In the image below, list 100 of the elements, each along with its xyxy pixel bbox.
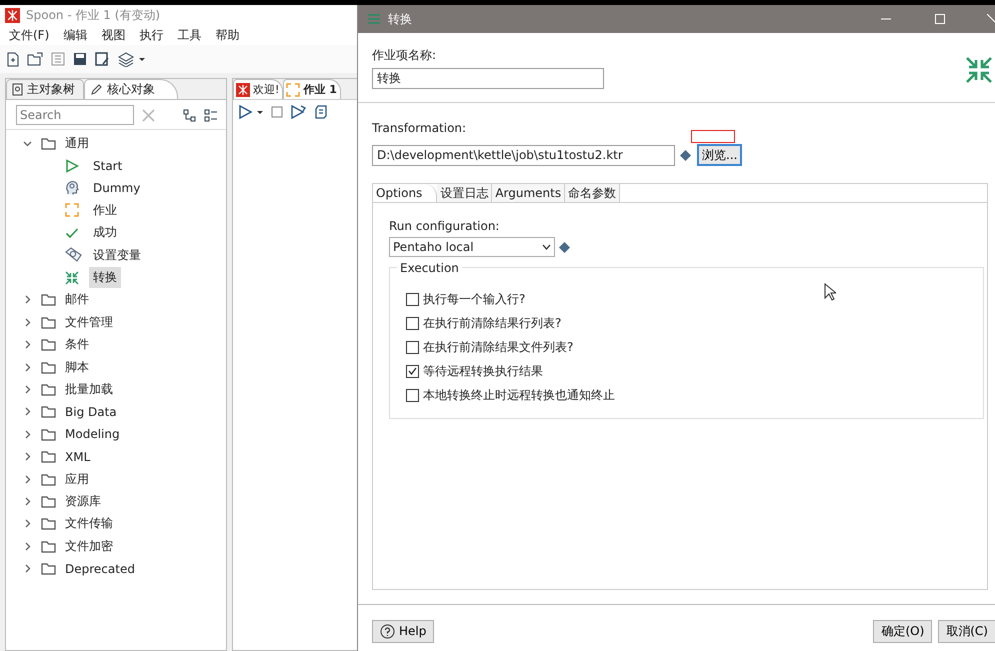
chevron-right-icon[interactable] xyxy=(23,564,32,574)
run-icon[interactable] xyxy=(239,105,263,119)
tree-folder[interactable]: 脚本 xyxy=(6,356,89,378)
tree-folder[interactable]: 通用 xyxy=(6,132,89,154)
variable-icon[interactable] xyxy=(559,242,570,252)
folder-icon xyxy=(41,517,56,530)
folder-icon xyxy=(41,472,56,486)
folder-icon xyxy=(41,136,56,150)
checkbox[interactable] xyxy=(406,292,419,306)
chevron-down-icon[interactable] xyxy=(23,138,32,148)
folder-icon xyxy=(41,494,56,508)
tab[interactable]: 设置日志 xyxy=(437,184,492,202)
checkbox[interactable] xyxy=(406,316,419,330)
search-document-icon xyxy=(12,83,23,96)
save-icon[interactable] xyxy=(73,52,87,66)
tree-item[interactable]: Dummy xyxy=(89,178,144,197)
tab[interactable]: Arguments xyxy=(492,184,566,202)
tree-item[interactable]: Start xyxy=(89,156,126,175)
checkbox-label: 本地转换终止时远程转换也通知终止 xyxy=(423,386,615,404)
tree-folder[interactable]: 邮件 xyxy=(6,288,89,312)
menu-item[interactable]: 视图 xyxy=(101,26,126,44)
tree-item[interactable]: 作业 xyxy=(89,200,121,221)
compress-arrows-icon xyxy=(65,270,79,285)
field-label: 作业项名称: xyxy=(372,47,438,64)
tree-folder[interactable]: Deprecated xyxy=(6,557,135,580)
script-icon[interactable] xyxy=(315,105,327,119)
chevron-right-icon[interactable] xyxy=(23,362,32,372)
chevron-right-icon[interactable] xyxy=(23,318,32,327)
tree-folder[interactable]: 文件传输 xyxy=(6,512,113,536)
arrows-icon xyxy=(65,203,79,218)
chevron-right-icon[interactable] xyxy=(23,295,32,304)
tree-item[interactable]: 转换 xyxy=(89,267,121,288)
variable-icon[interactable] xyxy=(680,150,691,160)
chevron-right-icon[interactable] xyxy=(23,452,32,462)
editor-tab[interactable]: 欢迎! xyxy=(233,79,284,99)
editor-tab[interactable]: 作业 1 xyxy=(283,79,341,99)
input-field[interactable]: D:\development\kettle\job\stu1tostu2.ktr xyxy=(372,144,675,166)
tree-folder[interactable]: Modeling xyxy=(6,423,120,446)
menu-item[interactable]: 文件(F) xyxy=(9,26,50,44)
folder-icon xyxy=(41,382,56,396)
tree-folder[interactable]: 文件管理 xyxy=(6,311,113,334)
search-field[interactable]: Search xyxy=(16,105,134,125)
spoon-logo-icon xyxy=(236,82,250,96)
chevron-right-icon[interactable] xyxy=(23,407,32,416)
maximize-icon[interactable] xyxy=(935,14,945,24)
checkmark-icon xyxy=(65,226,79,239)
checkbox[interactable] xyxy=(406,364,419,378)
tree-item[interactable]: 设置变量 xyxy=(89,244,145,266)
tree-folder[interactable]: 文件加密 xyxy=(6,535,113,558)
replay-icon[interactable] xyxy=(291,105,307,119)
tree-folder[interactable]: XML xyxy=(6,445,90,468)
window-title: Spoon - 作业 1 (有变动) xyxy=(26,6,160,24)
chevron-right-icon[interactable] xyxy=(23,496,32,506)
chevron-right-icon[interactable] xyxy=(23,542,32,551)
chevron-right-icon[interactable] xyxy=(23,519,32,528)
folder-icon xyxy=(41,562,56,576)
dropdown[interactable]: Pentaho local xyxy=(389,237,555,257)
tree-folder[interactable]: 应用 xyxy=(6,468,89,490)
tab[interactable]: 命名参数 xyxy=(565,184,620,202)
menu-item[interactable]: 执行 xyxy=(139,26,164,44)
folder-icon xyxy=(41,540,56,553)
menu-item[interactable]: 工具 xyxy=(177,26,202,44)
folder-icon xyxy=(41,293,56,306)
cancel-button[interactable]: 取消(C) xyxy=(938,620,995,642)
tree-folder[interactable]: 批量加载 xyxy=(6,378,113,401)
stop-icon[interactable] xyxy=(271,106,283,118)
checkbox[interactable] xyxy=(406,388,419,402)
field-label: Run configuration: xyxy=(389,219,500,233)
tree-folder[interactable]: 条件 xyxy=(6,334,89,356)
layers-icon[interactable] xyxy=(118,52,146,66)
tree-item[interactable]: 成功 xyxy=(89,222,121,244)
input-field[interactable]: 转换 xyxy=(372,68,604,89)
panel-tab[interactable]: 核心对象 xyxy=(84,79,178,99)
checkbox-label: 在执行前清除结果文件列表? xyxy=(423,338,574,356)
field-label: Transformation: xyxy=(372,121,468,135)
expand-list-icon[interactable] xyxy=(204,108,218,122)
explore-icon[interactable] xyxy=(51,52,65,66)
folder-icon xyxy=(41,450,56,464)
ok-button[interactable]: 确定(O) xyxy=(873,620,932,642)
chevron-right-icon[interactable] xyxy=(23,474,32,484)
menu-item[interactable]: 编辑 xyxy=(63,26,88,44)
collapse-tree-icon[interactable] xyxy=(183,108,196,122)
browse-button[interactable]: 浏览... xyxy=(697,144,742,166)
chevron-right-icon[interactable] xyxy=(23,430,32,439)
folder-icon xyxy=(41,428,56,441)
compress-arrows-icon xyxy=(965,56,993,84)
checkbox-label: 等待远程转换执行结果 xyxy=(423,362,543,380)
open-folder-icon[interactable] xyxy=(27,52,43,66)
help-button[interactable]: Help xyxy=(372,620,434,642)
close-icon[interactable] xyxy=(987,14,995,24)
checkbox[interactable] xyxy=(406,340,419,354)
new-file-icon[interactable] xyxy=(7,52,19,66)
save-as-icon[interactable] xyxy=(95,52,110,66)
menu-item[interactable]: 帮助 xyxy=(215,26,240,44)
minimize-icon[interactable] xyxy=(881,18,891,20)
tree-folder[interactable]: 资源库 xyxy=(6,490,101,513)
chevron-right-icon[interactable] xyxy=(23,384,32,394)
tree-folder[interactable]: Big Data xyxy=(6,400,117,424)
panel-tab[interactable]: 主对象树 xyxy=(6,79,84,99)
chevron-right-icon[interactable] xyxy=(23,340,32,350)
